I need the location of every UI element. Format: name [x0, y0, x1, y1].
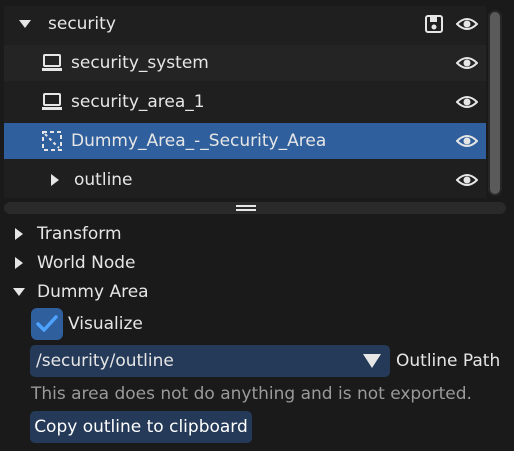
- tree-row-label: security_area_1: [71, 92, 205, 112]
- tree-scrollbar[interactable]: [488, 10, 502, 196]
- section-transform[interactable]: Transform: [12, 222, 122, 246]
- copy-outline-button[interactable]: Copy outline to clipboard: [30, 411, 252, 443]
- section-world-node[interactable]: World Node: [12, 251, 136, 275]
- scrollbar-thumb[interactable]: [490, 12, 500, 194]
- visualize-checkbox[interactable]: [31, 308, 63, 340]
- visibility-eye-icon[interactable]: [455, 54, 479, 72]
- checkmark-icon: [36, 315, 58, 332]
- node-computer-icon: [41, 91, 63, 113]
- node-computer-icon: [41, 52, 63, 74]
- scene-tree: security security_system security_area_1…: [4, 6, 486, 198]
- chevron-down-icon[interactable]: [362, 352, 382, 370]
- outline-path-value: /security/outline: [36, 351, 174, 371]
- outline-path-dropdown[interactable]: /security/outline: [30, 345, 390, 377]
- info-note: This area does not do anything and is no…: [31, 384, 472, 404]
- tree-row-security-system[interactable]: security_system: [4, 45, 486, 81]
- tree-row-root[interactable]: security: [4, 6, 486, 42]
- expand-right-icon[interactable]: [12, 256, 26, 270]
- expand-down-icon[interactable]: [18, 17, 32, 31]
- dashed-area-icon: [41, 130, 63, 152]
- tree-row-dummy-area[interactable]: Dummy_Area_-_Security_Area: [4, 123, 486, 159]
- section-label: Transform: [37, 224, 122, 244]
- visibility-eye-icon[interactable]: [455, 171, 479, 189]
- visualize-label: Visualize: [68, 314, 143, 334]
- section-dummy-area[interactable]: Dummy Area: [12, 280, 149, 304]
- save-icon[interactable]: [424, 14, 444, 34]
- tree-row-security-area-1[interactable]: security_area_1: [4, 84, 486, 120]
- expand-down-icon[interactable]: [12, 285, 26, 299]
- section-label: World Node: [37, 253, 136, 273]
- visibility-eye-icon[interactable]: [455, 15, 479, 33]
- panel-splitter[interactable]: [4, 202, 506, 214]
- grip-handle-icon[interactable]: [236, 205, 256, 211]
- tree-row-outline[interactable]: outline: [4, 162, 486, 198]
- outline-path-label: Outline Path: [396, 351, 501, 371]
- tree-row-label: Dummy_Area_-_Security_Area: [71, 131, 327, 151]
- expand-right-icon[interactable]: [12, 227, 26, 241]
- visibility-eye-icon[interactable]: [455, 93, 479, 111]
- tree-row-label: security_system: [71, 53, 209, 73]
- tree-row-label: outline: [74, 170, 133, 190]
- visibility-eye-icon[interactable]: [455, 132, 479, 150]
- tree-row-label: security: [48, 14, 116, 34]
- section-label: Dummy Area: [37, 282, 149, 302]
- expand-right-icon[interactable]: [48, 173, 62, 187]
